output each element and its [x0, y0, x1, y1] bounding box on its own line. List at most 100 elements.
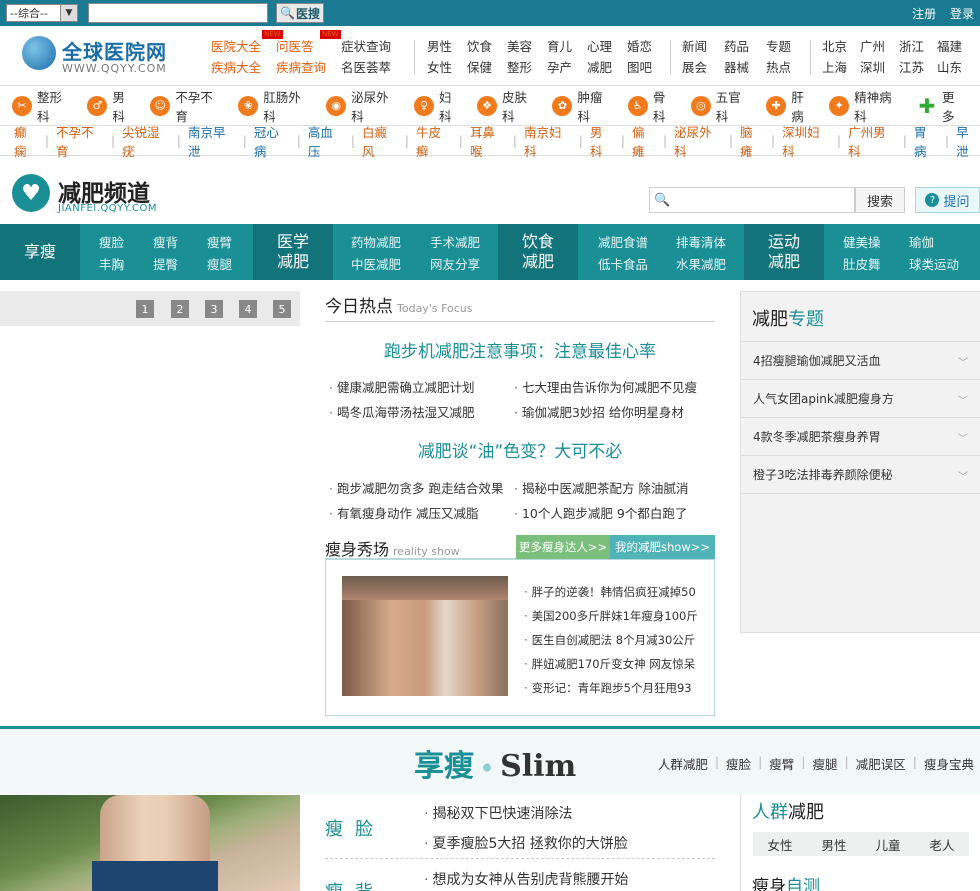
- keyword-link[interactable]: 耳鼻喉: [470, 122, 506, 160]
- nav-sub-link[interactable]: 网友分享: [430, 254, 490, 276]
- nav-link[interactable]: 保健: [467, 57, 492, 78]
- topic-item[interactable]: 橙子3吃法排毒养颜除便秘 ﹀: [741, 456, 980, 494]
- news-link[interactable]: 10个人跑步减肥 9个都白跑了: [514, 503, 709, 522]
- slider-page-button[interactable]: 4: [239, 300, 257, 318]
- headline-link[interactable]: 减肥谈“油”色变？大可不必: [325, 437, 715, 462]
- keyword-link[interactable]: 癫痫: [14, 122, 38, 160]
- nav-slim[interactable]: 享瘦: [0, 224, 80, 280]
- dept-plastic[interactable]: ✂ 整形科: [12, 87, 74, 125]
- keyword-link[interactable]: 白癜风: [362, 122, 398, 160]
- news-link[interactable]: 揭秘中医减肥茶配方 除油腻消: [514, 478, 709, 497]
- nav-sub-link[interactable]: 健美操: [843, 232, 909, 254]
- slim-link[interactable]: 瘦脸: [726, 754, 751, 773]
- site-logo[interactable]: 全球医院网 WWW.QQYY.COM: [22, 36, 182, 76]
- channel-search-input[interactable]: 🔍: [649, 187, 855, 213]
- top-search-button[interactable]: 🔍 医搜: [276, 3, 324, 23]
- nav-link[interactable]: 广州: [860, 36, 885, 57]
- keyword-link[interactable]: 尖锐湿疣: [122, 122, 170, 160]
- keyword-link[interactable]: 偏瘫: [632, 122, 656, 160]
- nav-sub-link[interactable]: 瘦背: [153, 232, 207, 254]
- nav-sub-link[interactable]: 提臀: [153, 254, 207, 276]
- nav-medical[interactable]: 医学 减肥: [253, 224, 333, 280]
- keyword-link[interactable]: 南京妇科: [524, 122, 572, 160]
- keyword-link[interactable]: 脑瘫: [740, 122, 764, 160]
- login-link[interactable]: 登录: [950, 7, 974, 21]
- nav-link[interactable]: 疾病查询: [276, 57, 326, 78]
- nav-link[interactable]: 江苏: [899, 57, 924, 78]
- nav-link[interactable]: 美容: [507, 36, 532, 57]
- dept-liver[interactable]: ✚ 肝病: [766, 87, 816, 125]
- nav-link[interactable]: 减肥: [587, 57, 612, 78]
- nav-link[interactable]: 心理: [587, 36, 612, 57]
- slider-page-button[interactable]: 3: [205, 300, 223, 318]
- keyword-link[interactable]: 深圳妇科: [782, 122, 830, 160]
- nav-sub-link[interactable]: 瘦脸: [99, 232, 153, 254]
- nav-link[interactable]: 新闻: [682, 36, 707, 57]
- channel-search-button[interactable]: 搜索: [855, 187, 905, 213]
- top-search-input[interactable]: [88, 3, 268, 23]
- slim-photo[interactable]: [0, 795, 300, 891]
- nav-sub-link[interactable]: 丰胸: [99, 254, 153, 276]
- keyword-link[interactable]: 冠心病: [254, 122, 290, 160]
- slider-page-button[interactable]: 1: [136, 300, 154, 318]
- dept-more[interactable]: ✚ 更多: [917, 87, 967, 125]
- dept-orthopedics[interactable]: ♿ 骨科: [627, 87, 678, 125]
- slim-link[interactable]: 想成为女神从告别虎背熊腰开始: [424, 869, 628, 889]
- crowd-tab[interactable]: 男性: [821, 835, 846, 854]
- nav-diet[interactable]: 饮食 减肥: [498, 224, 578, 280]
- more-slimmers-tab[interactable]: 更多瘦身达人>>: [516, 535, 610, 559]
- keyword-link[interactable]: 牛皮癣: [416, 122, 452, 160]
- nav-sub-link[interactable]: 瘦腿: [207, 254, 247, 276]
- dept-urology[interactable]: ◉ 泌尿外科: [326, 87, 401, 125]
- slim-face-label[interactable]: 瘦脸: [325, 815, 385, 841]
- nav-link[interactable]: 北京: [822, 36, 847, 57]
- topic-item[interactable]: 4款冬季减肥茶瘦身养胃 ﹀: [741, 418, 980, 456]
- nav-link[interactable]: 药品: [724, 36, 749, 57]
- nav-link[interactable]: 孕产: [547, 57, 572, 78]
- nav-link[interactable]: 饮食: [467, 36, 492, 57]
- nav-link[interactable]: 名医荟萃: [341, 57, 391, 78]
- keyword-link[interactable]: 不孕不育: [56, 122, 104, 160]
- dept-andrology[interactable]: ♂ 男科: [87, 87, 137, 125]
- nav-link[interactable]: 症状查询: [341, 36, 391, 57]
- nav-sub-link[interactable]: 中医减肥: [351, 254, 430, 276]
- dept-psychiatry[interactable]: ✦ 精神病科: [829, 87, 904, 125]
- news-link[interactable]: 跑步减肥勿贪多 跑走结合效果: [329, 478, 514, 497]
- nav-link[interactable]: 疾病大全: [211, 57, 261, 78]
- nav-link[interactable]: 图吧: [627, 57, 652, 78]
- nav-link[interactable]: 深圳: [860, 57, 885, 78]
- keyword-link[interactable]: 早泄: [956, 122, 980, 160]
- dept-ent[interactable]: ◎ 五官科: [690, 87, 753, 125]
- nav-sub-link[interactable]: 水果减肥: [676, 254, 736, 276]
- keyword-link[interactable]: 胃病: [914, 122, 938, 160]
- nav-link[interactable]: 女性: [427, 57, 452, 78]
- nav-exercise[interactable]: 运动 减肥: [744, 224, 824, 280]
- nav-link[interactable]: 展会: [682, 57, 707, 78]
- slim-link[interactable]: 夏季瘦脸5大招 拯救你的大饼脸: [424, 833, 627, 853]
- nav-sub-link[interactable]: 手术减肥: [430, 232, 490, 254]
- slim-link[interactable]: 瘦腿: [813, 754, 838, 773]
- dept-infertility[interactable]: ☺ 不孕不育: [150, 87, 225, 125]
- slim-link[interactable]: 揭秘双下巴快速消除法: [424, 803, 628, 823]
- topic-item[interactable]: 4招瘦腿瑜伽减肥又活血 ﹀: [741, 342, 980, 380]
- keyword-link[interactable]: 南京早泄: [188, 122, 236, 160]
- nav-link[interactable]: 山东: [937, 57, 962, 78]
- slim-link[interactable]: 减肥误区: [856, 754, 906, 773]
- dept-dermatology[interactable]: ❖ 皮肤科: [477, 87, 539, 125]
- nav-link[interactable]: 医院大全: [211, 36, 261, 57]
- headline-link[interactable]: 跑步机减肥注意事项：注意最佳心率: [325, 337, 715, 362]
- nav-link[interactable]: 整形: [507, 57, 532, 78]
- nav-sub-link[interactable]: 低卡食品: [598, 254, 676, 276]
- slider-page-button[interactable]: 2: [171, 300, 189, 318]
- slim-back-label[interactable]: 瘦背: [325, 878, 385, 891]
- keyword-link[interactable]: 广州男科: [848, 122, 896, 160]
- nav-sub-link[interactable]: 瑜伽: [909, 232, 979, 254]
- crowd-tab[interactable]: 儿童: [875, 835, 900, 854]
- nav-link[interactable]: 上海: [822, 57, 847, 78]
- keyword-link[interactable]: 高血压: [308, 122, 344, 160]
- nav-sub-link[interactable]: 减肥食谱: [598, 232, 676, 254]
- show-link[interactable]: 胖妞减肥170斤变女神 网友惊呆: [524, 656, 698, 672]
- dept-gynecology[interactable]: ♀ 妇科: [414, 87, 464, 125]
- show-link[interactable]: 医生自创减肥法 8个月减30公斤: [524, 632, 698, 648]
- nav-sub-link[interactable]: 排毒清体: [676, 232, 736, 254]
